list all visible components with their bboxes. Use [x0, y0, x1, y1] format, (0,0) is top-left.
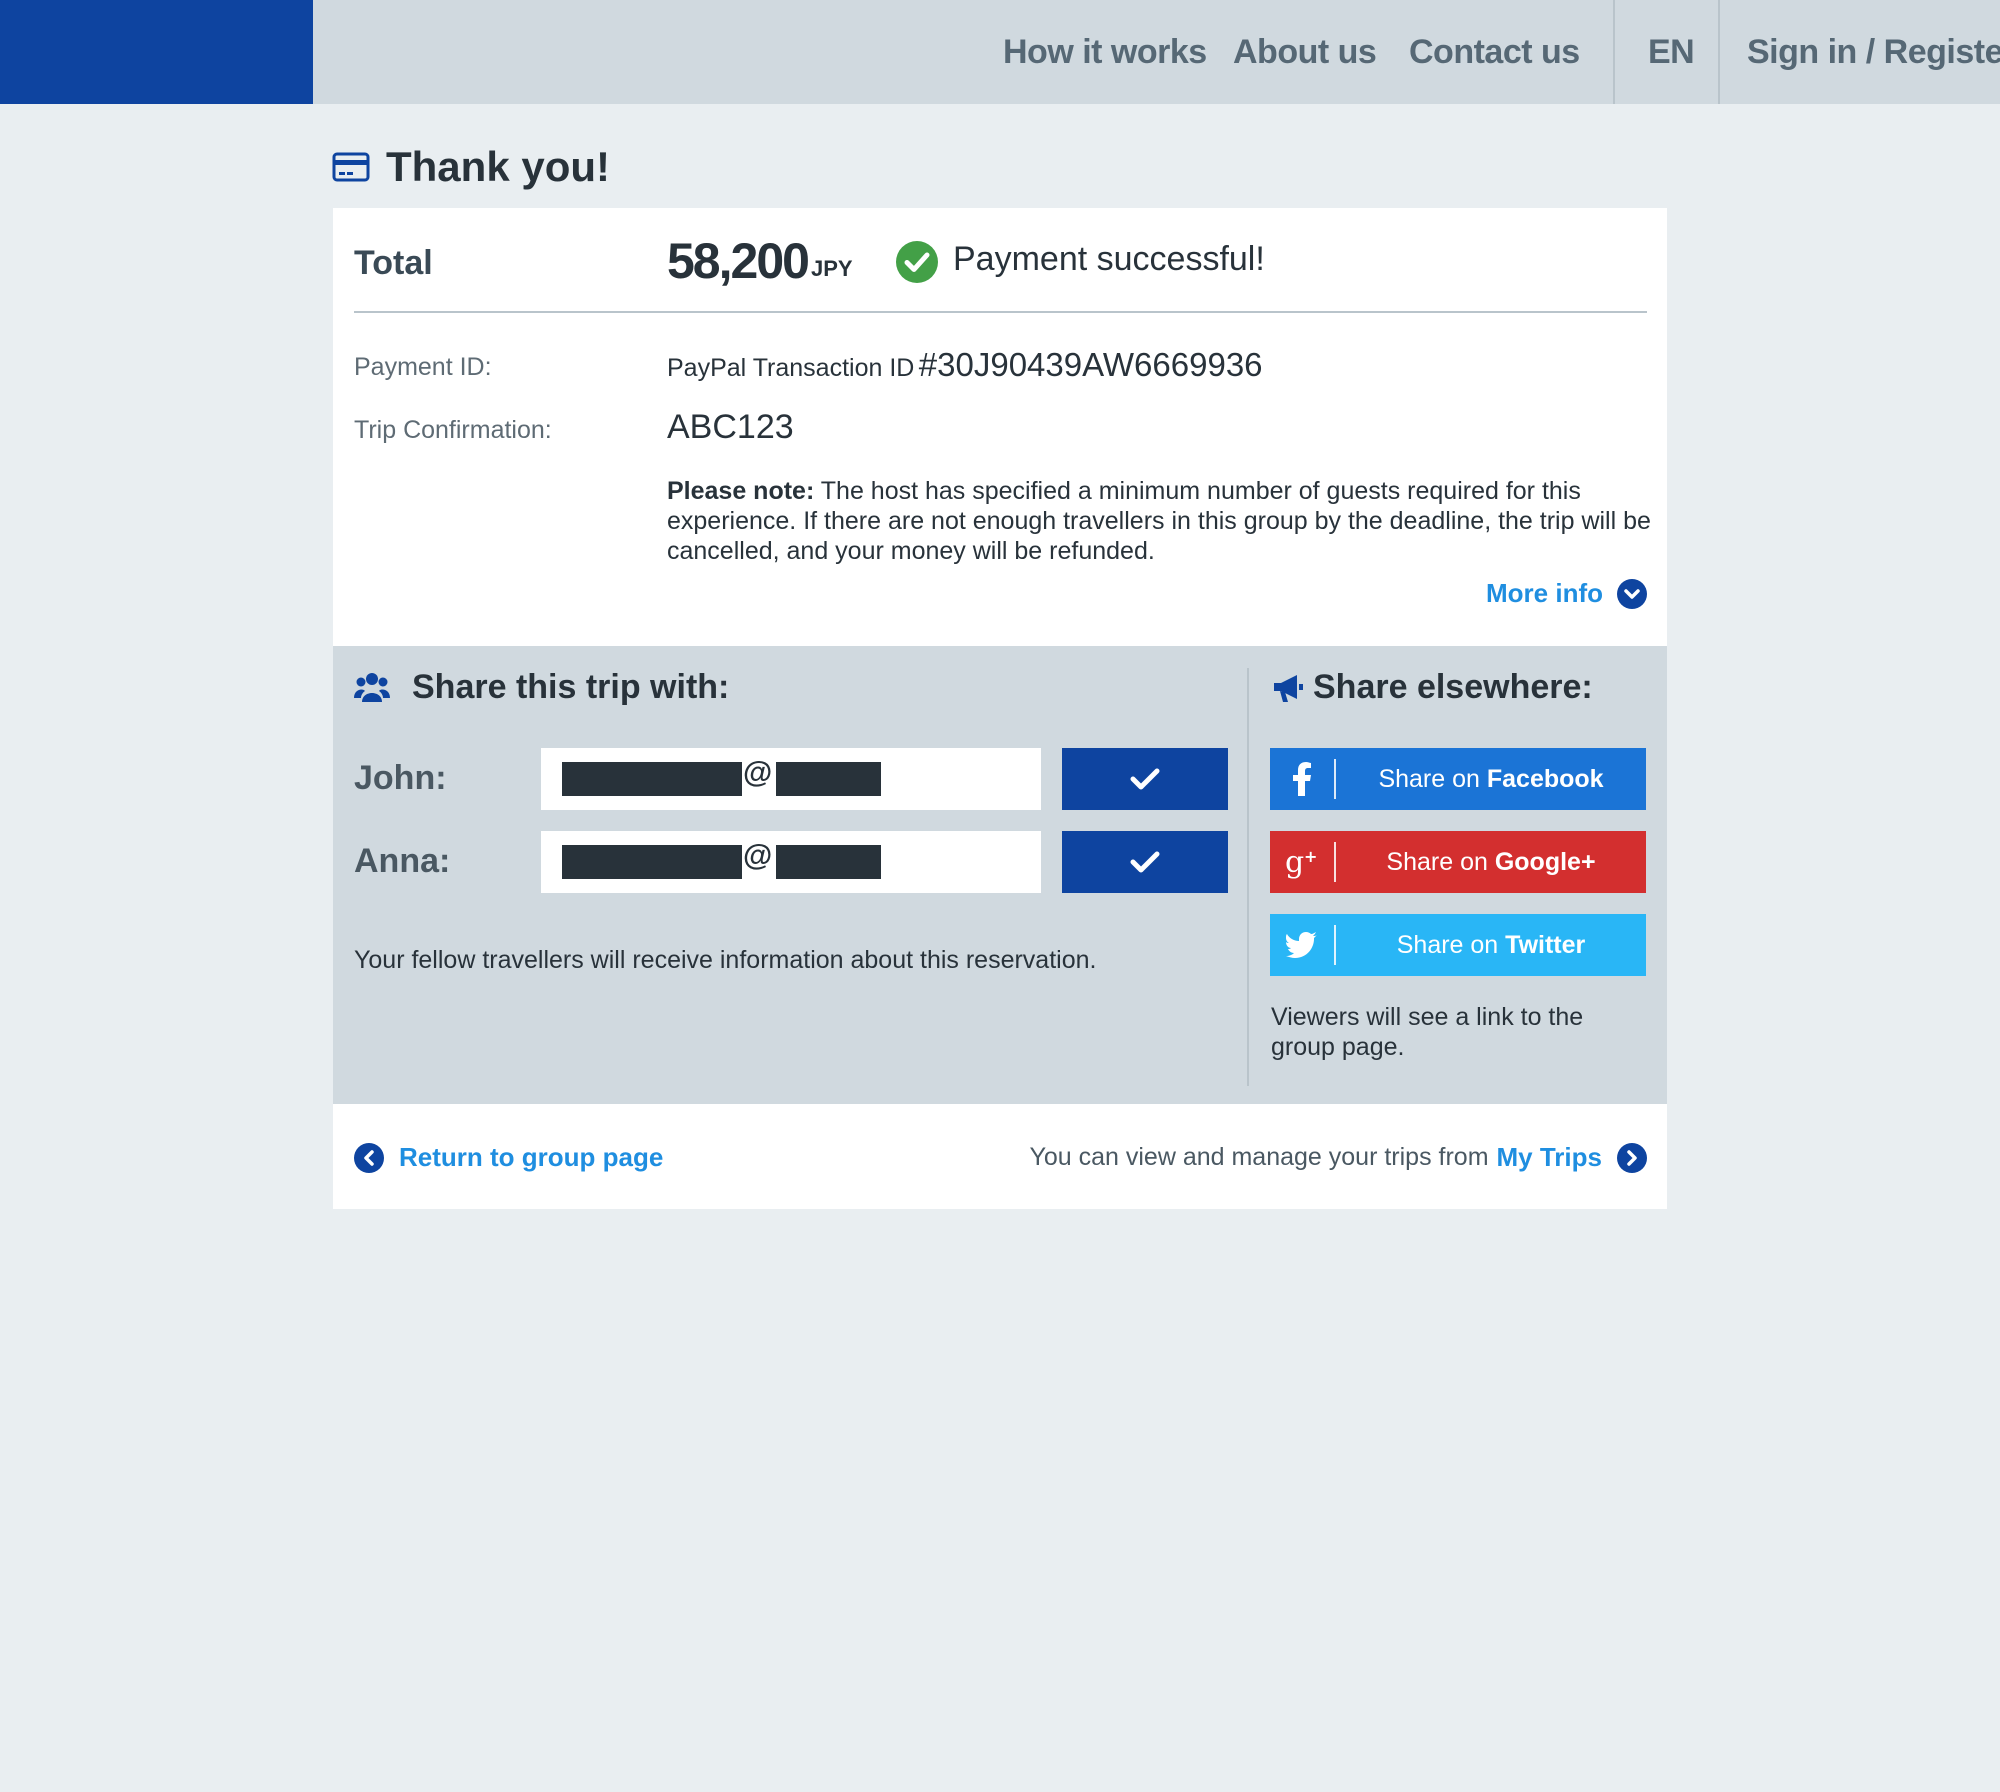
share-section: Share this trip with: John: @ Anna: @ Yo…	[333, 646, 1667, 1104]
traveller-name-john: John:	[354, 759, 447, 797]
share-trip-title: Share this trip with:	[412, 668, 730, 706]
nav-divider	[1718, 0, 1720, 104]
chevron-left-icon	[354, 1142, 384, 1173]
share-elsewhere-title: Share elsewhere:	[1313, 668, 1593, 706]
payment-id-label: Payment ID:	[354, 353, 492, 381]
share-elsewhere-header: Share elsewhere:	[1271, 668, 1593, 707]
group-icon	[354, 672, 390, 702]
payment-status: Payment successful!	[953, 240, 1265, 278]
payment-summary: Total 58,200 JPY Payment successful! Pay…	[333, 208, 1667, 646]
email-at-sign: @	[743, 756, 773, 789]
logo[interactable]	[0, 0, 313, 104]
twitter-icon	[1270, 914, 1334, 976]
email-field-john[interactable]: @	[541, 748, 1041, 810]
check-circle-icon	[896, 241, 938, 283]
page-title-row: Thank you!	[332, 138, 610, 196]
megaphone-icon	[1274, 674, 1303, 702]
viewers-info-text: Viewers will see a link to the group pag…	[1271, 1003, 1584, 1061]
total-label: Total	[354, 244, 433, 282]
credit-card-icon	[332, 152, 370, 182]
facebook-icon	[1270, 748, 1334, 810]
share-google-plus-label: Share on Google+	[1386, 847, 1596, 876]
email-at-sign: @	[743, 839, 773, 872]
svg-text:g: g	[1285, 845, 1304, 879]
confirm-john-button[interactable]	[1062, 748, 1228, 810]
redacted-email-domain	[776, 845, 881, 879]
nav-how-it-works[interactable]: How it works	[1003, 0, 1207, 104]
share-facebook-label: Share on Facebook	[1378, 764, 1604, 793]
divider	[354, 311, 1647, 313]
share-twitter-label: Share on Twitter	[1396, 930, 1586, 959]
svg-text:+: +	[1304, 847, 1317, 866]
nav-contact-us[interactable]: Contact us	[1409, 0, 1580, 104]
trip-confirmation-code: ABC123	[667, 408, 794, 446]
note-text: The host has specified a minimum number …	[667, 477, 1651, 565]
more-info-link[interactable]: More info	[1486, 578, 1647, 609]
signin-register-link[interactable]: Sign in / Register	[1747, 0, 2000, 104]
more-info-label: More info	[1486, 578, 1603, 608]
nav-divider	[1613, 0, 1615, 104]
checkmark-icon	[1130, 768, 1160, 790]
paypal-transaction-id: #30J90439AW6669936	[918, 346, 1263, 383]
share-facebook-button[interactable]: Share on Facebook	[1270, 748, 1646, 810]
traveller-name-anna: Anna:	[354, 842, 451, 880]
return-to-group-link[interactable]: Return to group page	[354, 1142, 663, 1173]
nav-about-us[interactable]: About us	[1233, 0, 1377, 104]
share-google-plus-button[interactable]: g + Share on Google+	[1270, 831, 1646, 893]
currency-code: JPY	[811, 256, 853, 281]
my-trips-link[interactable]: My Trips	[1497, 1142, 1602, 1173]
confirm-anna-button[interactable]	[1062, 831, 1228, 893]
paypal-prefix: PayPal Transaction ID	[667, 354, 915, 382]
redacted-email-user	[562, 845, 742, 879]
my-trips-row: You can view and manage your trips from …	[1029, 1142, 1647, 1173]
chevron-right-icon[interactable]	[1617, 1142, 1647, 1173]
payment-id-value: PayPal Transaction ID #30J90439AW6669936	[667, 346, 1263, 384]
confirmation-panel: Total 58,200 JPY Payment successful! Pay…	[333, 208, 1667, 1209]
vertical-divider	[1247, 668, 1249, 1086]
top-navbar: How it works About us Contact us EN Sign…	[0, 0, 2000, 104]
my-trips-text: You can view and manage your trips from	[1029, 1143, 1489, 1171]
language-selector[interactable]: EN	[1648, 0, 1695, 104]
trip-confirmation-label: Trip Confirmation:	[354, 416, 552, 444]
redacted-email-user	[562, 762, 742, 796]
checkmark-icon	[1130, 851, 1160, 873]
return-to-group-label: Return to group page	[399, 1142, 664, 1172]
share-info-text: Your fellow travellers will receive info…	[354, 946, 1097, 974]
chevron-down-icon	[1617, 578, 1647, 609]
total-amount: 58,200	[667, 233, 810, 289]
footer-actions: Return to group page You can view and ma…	[333, 1104, 1667, 1209]
share-twitter-button[interactable]: Share on Twitter	[1270, 914, 1646, 976]
google-plus-icon: g +	[1270, 831, 1334, 893]
redacted-email-domain	[776, 762, 881, 796]
page-title: Thank you!	[386, 143, 611, 190]
minimum-guests-note: Please note: The host has specified a mi…	[667, 476, 1657, 566]
note-label: Please note:	[667, 477, 815, 505]
email-field-anna[interactable]: @	[541, 831, 1041, 893]
share-trip-header: Share this trip with:	[354, 668, 729, 707]
